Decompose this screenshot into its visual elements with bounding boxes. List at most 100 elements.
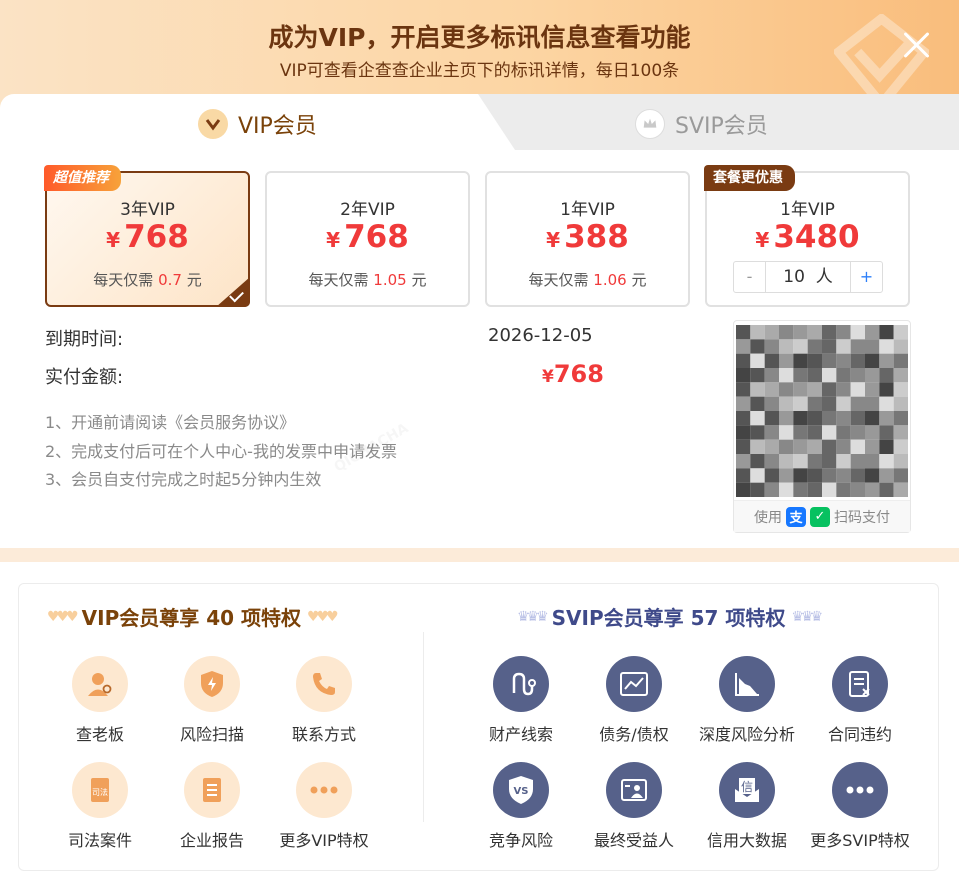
qr-cell [836,382,851,397]
qr-cell [865,382,880,397]
qr-cell [793,411,808,426]
qr-cell [750,482,765,497]
qr-cell [865,411,880,426]
plan-price: ¥768 [106,219,189,255]
qr-cell [893,468,908,483]
qr-cell [822,482,837,497]
qr-cell [779,425,794,440]
qr-cell [779,325,794,340]
qr-cell [893,396,908,411]
qr-cell [807,482,822,497]
privilege-competition-risk[interactable]: VS 竞争风险 [466,762,576,851]
decrement-button[interactable]: - [734,262,766,292]
plan-card-team[interactable]: 套餐更优惠 1年VIP ¥3480 - 10 人 + [704,165,910,307]
privilege-judicial[interactable]: 司法 司法案件 [45,762,155,851]
plan-card-2yr[interactable]: 2年VIP ¥768 每天仅需 1.05 元 [265,171,470,307]
qr-cell [764,468,779,483]
qr-cell [779,439,794,454]
qr-cell [879,396,894,411]
plan-name: 1年VIP [560,200,615,220]
qr-cell [879,411,894,426]
qr-cell [865,368,880,383]
privilege-contract-breach[interactable]: 合同违约 [805,656,915,745]
privilege-boss[interactable]: 查老板 [45,656,155,745]
qr-cell [893,411,908,426]
note-agreement[interactable]: 1、开通前请阅读《会员服务协议》 [45,409,295,433]
privilege-risk-scan[interactable]: 风险扫描 [157,656,267,745]
qr-cell [879,468,894,483]
privilege-debt[interactable]: 债务/债权 [579,656,689,745]
qr-cell [850,353,865,368]
qr-cell [736,368,751,383]
qr-cell [850,339,865,354]
privilege-label: 合同违约 [827,725,892,744]
payment-qr-panel: 使用 支 ✓ 扫码支付 [733,320,911,533]
privilege-report[interactable]: 企业报告 [157,762,267,851]
qr-cell [750,339,765,354]
qr-cell [893,382,908,397]
privilege-more-svip[interactable]: 更多SVIP特权 [805,762,915,851]
plan-daily-cost: 每天仅需 0.7 元 [93,271,202,289]
plan-name: 3年VIP [120,200,175,220]
privilege-beneficiary[interactable]: 最终受益人 [579,762,689,851]
close-icon[interactable] [901,30,931,60]
qr-cell [850,439,865,454]
tab-svip-label-wrap[interactable]: SVIP会员 [635,108,768,140]
qr-cell [779,396,794,411]
privilege-more-vip[interactable]: 更多VIP特权 [269,762,379,851]
qr-cell [879,382,894,397]
qr-cell [822,454,837,469]
qr-cell [822,439,837,454]
privilege-asset-clue[interactable]: 财产线索 [466,656,576,745]
qr-cell [836,439,851,454]
vip-badge-icon [198,109,228,139]
qr-cell [836,396,851,411]
privilege-deep-risk[interactable]: 深度风险分析 [692,656,802,745]
qr-cell [793,425,808,440]
qr-cell [865,353,880,368]
column-divider [423,632,424,822]
privileges-panel: ♥♥♥ VIP会员尊享 40 项特权 ♥♥♥ ♛♛♛ SVIP会员尊享 57 项… [18,583,939,871]
bundle-badge: 套餐更优惠 [704,165,795,191]
qr-cell [779,411,794,426]
tab-vip[interactable]: VIP会员 [0,94,515,150]
seat-count[interactable]: 10 人 [766,262,850,292]
qr-cell [750,439,765,454]
qr-cell [793,368,808,383]
privilege-label: 更多VIP特权 [279,831,369,850]
boss-icon [72,656,128,712]
qr-cell [879,339,894,354]
qr-cell [850,325,865,340]
risk-analysis-icon [719,656,775,712]
plan-card-3yr[interactable]: 超值推荐 3年VIP ¥768 每天仅需 0.7 元 [44,165,250,307]
plan-card-1yr[interactable]: 1年VIP ¥388 每天仅需 1.06 元 [485,171,690,307]
privilege-contact[interactable]: 联系方式 [269,656,379,745]
qr-cell [779,353,794,368]
privilege-label: 查老板 [75,725,124,744]
qr-cell [822,325,837,340]
qr-cell [836,468,851,483]
qr-cell [836,339,851,354]
increment-button[interactable]: + [850,262,882,292]
qr-cell [764,353,779,368]
tab-vip-label-wrap[interactable]: VIP会员 [198,108,317,140]
privilege-label: 更多SVIP特权 [810,831,910,850]
privilege-label: 司法案件 [67,831,132,850]
qr-cell [736,439,751,454]
payment-qr-code [736,325,908,497]
wechat-pay-icon: ✓ [810,506,830,527]
vs-icon: VS [493,762,549,818]
tab-svip[interactable]: SVIP会员 [470,94,959,150]
privilege-label: 风险扫描 [179,725,244,744]
qr-cell [850,411,865,426]
qr-cell [865,439,880,454]
qr-cell [865,325,880,340]
qr-cell [893,339,908,354]
privilege-credit-data[interactable]: 信 信用大数据 [692,762,802,851]
qr-cell [750,468,765,483]
law-case-icon: 司法 [72,762,128,818]
qr-cell [822,425,837,440]
tab-vip-label: VIP会员 [238,114,317,139]
qr-cell [822,353,837,368]
qr-cell [793,353,808,368]
